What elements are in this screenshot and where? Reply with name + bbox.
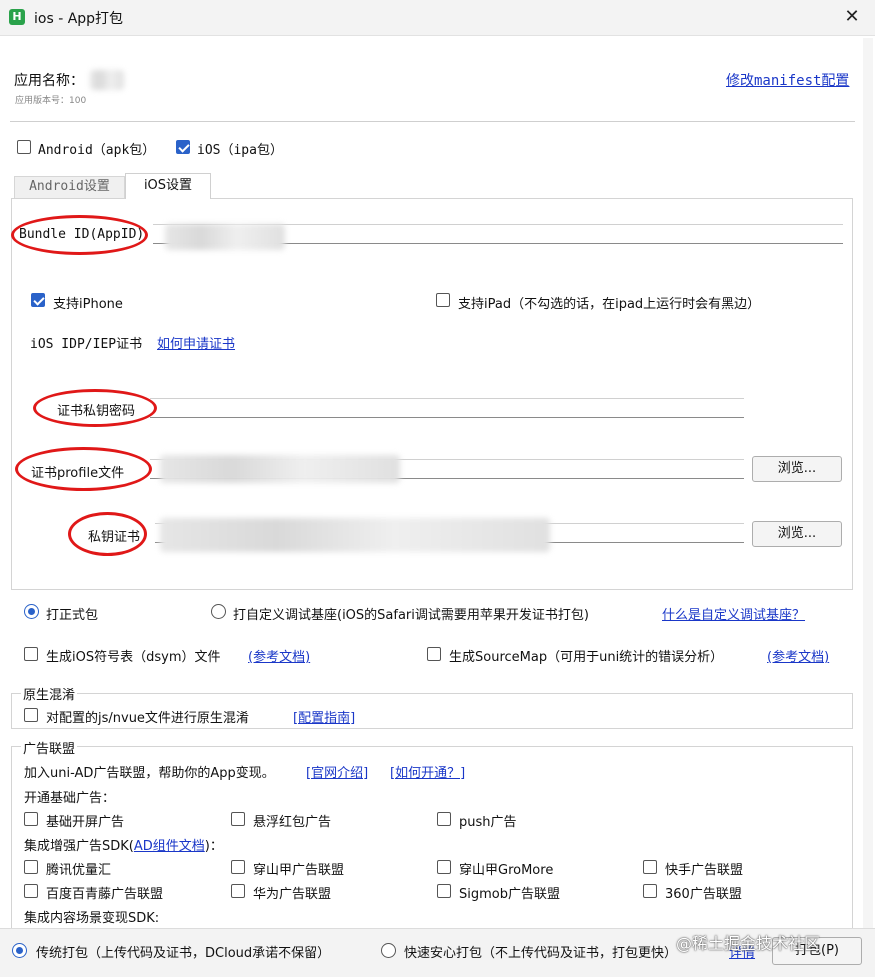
modify-manifest-link[interactable]: 修改manifest配置: [726, 70, 849, 90]
android-label: Android（apk包）: [38, 143, 156, 158]
enhanced-ad-label: 腾讯优量汇: [46, 863, 112, 878]
support-ipad-checkbox[interactable]: [436, 293, 450, 307]
annotation-ellipse: [68, 512, 147, 556]
config-guide-link[interactable]: [配置指南]: [293, 707, 355, 726]
cert-label: iOS IDP/IEP证书: [30, 337, 143, 352]
basic-ad-label: push广告: [459, 815, 517, 830]
ads-how-to-open-link[interactable]: [如何开通？]: [390, 762, 465, 781]
enhanced-ad-checkbox[interactable]: [437, 860, 451, 874]
header-divider: [10, 121, 855, 122]
annotation-ellipse: [11, 215, 148, 255]
content-sdk-title: 集成内容场景变现SDK:: [24, 911, 160, 926]
formal-package-label: 打正式包: [46, 608, 99, 623]
enhanced-ad-checkbox[interactable]: [231, 884, 245, 898]
ad-component-docs-link[interactable]: AD组件文档: [134, 839, 205, 854]
tab-android-settings[interactable]: Android设置: [14, 176, 125, 198]
hbuilder-app-icon: H: [9, 9, 25, 25]
support-ipad-label: 支持iPad（不勾选的话，在ipad上运行时会有黑边）: [458, 297, 761, 312]
obfuscation-title: 原生混淆: [21, 684, 78, 703]
ads-official-intro-link[interactable]: [官网介绍]: [306, 762, 368, 781]
enhanced-ads-title: 集成增强广告SDK(AD组件文档)：: [24, 839, 223, 854]
browse-profile-button[interactable]: 浏览...: [752, 456, 842, 482]
sourcemap-label: 生成SourceMap（可用于uni统计的错误分析）: [449, 650, 724, 665]
profile-file-value-redacted: [160, 455, 400, 483]
dsym-docs-link[interactable]: (参考文档): [248, 646, 310, 665]
what-is-custom-base-link[interactable]: 什么是自定义调试基座？: [662, 604, 805, 623]
bundle-id-value-redacted: [165, 224, 285, 250]
ios-checkbox[interactable]: [176, 140, 190, 154]
enhanced-ad-label: Sigmob广告联盟: [459, 887, 560, 902]
enhanced-ad-checkbox[interactable]: [231, 860, 245, 874]
dsym-label: 生成iOS符号表（dsym）文件: [46, 650, 221, 665]
sourcemap-docs-link[interactable]: (参考文档): [767, 646, 829, 665]
window-title: ios - App打包: [34, 11, 124, 27]
how-to-apply-cert-link[interactable]: 如何申请证书: [157, 333, 235, 352]
ios-label: iOS（ipa包）: [197, 143, 283, 158]
basic-ad-label: 悬浮红包广告: [253, 815, 332, 830]
support-iphone-label: 支持iPhone: [53, 297, 123, 312]
title-bar: [0, 0, 875, 36]
enhanced-ad-label: 穿山甲GroMore: [459, 863, 554, 878]
enhanced-ad-checkbox[interactable]: [437, 884, 451, 898]
enhanced-ad-label: 百度百青藤广告联盟: [46, 887, 164, 902]
traditional-pack-label: 传统打包（上传代码及证书，DCloud承诺不保留）: [36, 946, 331, 961]
safe-pack-label: 快速安心打包（不上传代码及证书，打包更快）: [404, 946, 678, 961]
annotation-ellipse: [33, 389, 157, 427]
android-checkbox[interactable]: [17, 140, 31, 154]
support-iphone-checkbox[interactable]: [31, 293, 45, 307]
scrollbar[interactable]: [863, 38, 873, 938]
obfuscation-checkbox[interactable]: [24, 708, 38, 722]
basic-ads-title: 开通基础广告：: [24, 791, 116, 806]
app-name-value-redacted: [90, 70, 124, 90]
dsym-checkbox[interactable]: [24, 647, 38, 661]
enhanced-ad-label: 360广告联盟: [665, 887, 742, 902]
close-icon[interactable]: ✕: [842, 6, 862, 28]
browse-private-key-button[interactable]: 浏览...: [752, 521, 842, 547]
basic-ad-checkbox[interactable]: [437, 812, 451, 826]
enhanced-ad-checkbox[interactable]: [643, 860, 657, 874]
tab-ios-settings[interactable]: iOS设置: [125, 173, 211, 199]
sourcemap-checkbox[interactable]: [427, 647, 441, 661]
traditional-pack-radio[interactable]: [12, 943, 27, 958]
annotation-ellipse: [15, 447, 152, 491]
obfuscation-label: 对配置的js/nvue文件进行原生混淆: [46, 711, 249, 726]
watermark: @稀土掘金技术社区: [676, 934, 821, 953]
enhanced-ad-label: 穿山甲广告联盟: [253, 863, 345, 878]
app-version-label: 应用版本号：100: [15, 96, 87, 106]
custom-base-radio[interactable]: [211, 604, 226, 619]
enhanced-ad-label: 华为广告联盟: [253, 887, 332, 902]
custom-base-label: 打自定义调试基座(iOS的Safari调试需要用苹果开发证书打包): [233, 608, 589, 623]
ads-intro-text: 加入uni-AD广告联盟，帮助你的App变现。: [24, 766, 275, 781]
safe-pack-radio[interactable]: [381, 943, 396, 958]
enhanced-ad-label: 快手广告联盟: [665, 863, 744, 878]
private-key-value-redacted: [160, 518, 550, 552]
basic-ad-label: 基础开屏广告: [46, 815, 125, 830]
basic-ad-checkbox[interactable]: [24, 812, 38, 826]
cert-password-input[interactable]: [150, 398, 744, 418]
formal-package-radio[interactable]: [24, 604, 39, 619]
enhanced-ad-checkbox[interactable]: [24, 860, 38, 874]
app-name-label: 应用名称：: [14, 73, 84, 89]
enhanced-ad-checkbox[interactable]: [643, 884, 657, 898]
enhanced-ad-checkbox[interactable]: [24, 884, 38, 898]
basic-ad-checkbox[interactable]: [231, 812, 245, 826]
ads-title: 广告联盟: [21, 738, 78, 757]
